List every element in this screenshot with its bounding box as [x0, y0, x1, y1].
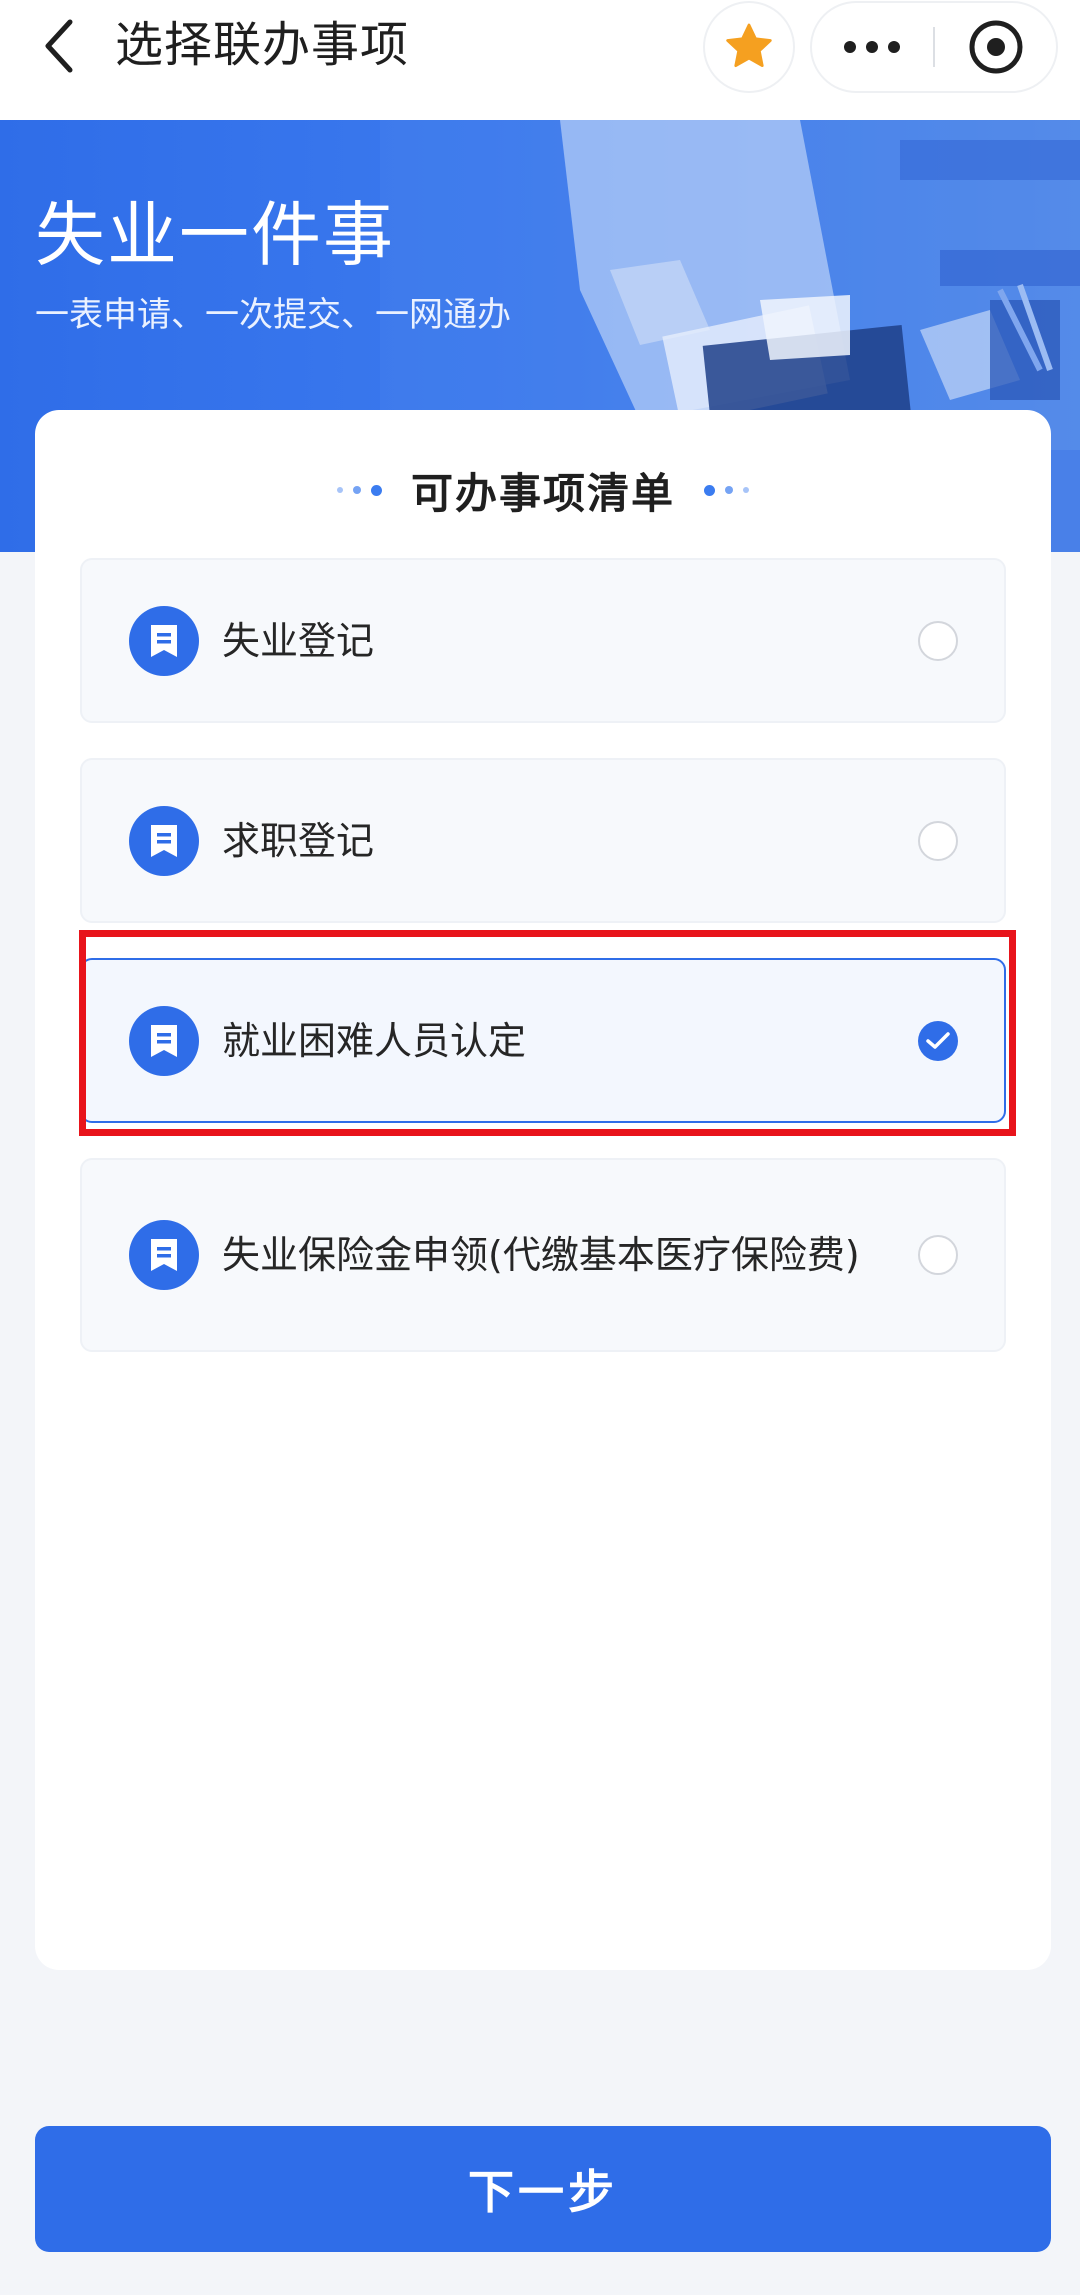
document-bookmark-icon [129, 605, 199, 676]
hero-title: 失业一件事 [35, 194, 395, 276]
radio-button-checked[interactable] [918, 1020, 958, 1061]
card-title: 可办事项清单 [410, 468, 675, 518]
checkmark-icon [926, 1031, 950, 1049]
radio-button[interactable] [918, 820, 958, 861]
matter-list-card: 可办事项清单 失业登记 求职登记 就业困难人员认定 失业保险金申领(代缴基本医疗… [35, 410, 1051, 1970]
mini-program-capsule [812, 3, 1056, 91]
capsule-divider [933, 27, 935, 67]
favorite-button[interactable] [705, 3, 793, 91]
document-bookmark-icon [129, 1220, 199, 1290]
list-item-unemployment-insurance-claim[interactable]: 失业保险金申领(代缴基本医疗保险费) [80, 1158, 1006, 1352]
list-item-job-seeking-registration[interactable]: 求职登记 [80, 758, 1006, 923]
radio-button[interactable] [918, 1235, 958, 1275]
list-item-employment-difficulty-certification[interactable]: 就业困难人员认定 [80, 958, 1006, 1123]
target-circle-icon [969, 20, 1023, 74]
radio-button[interactable] [918, 620, 958, 661]
list-item-label: 失业保险金申领(代缴基本医疗保险费) [222, 1233, 860, 1277]
page-title: 选择联办事项 [115, 17, 410, 73]
top-nav-bar: 选择联办事项 [0, 0, 1080, 120]
right-dots-decoration [699, 484, 754, 496]
list-item-label: 失业登记 [222, 618, 375, 663]
list-item-label: 就业困难人员认定 [222, 1018, 527, 1063]
close-button[interactable] [936, 3, 1056, 91]
chevron-left-icon [45, 19, 73, 73]
back-button[interactable] [28, 14, 88, 78]
list-item-unemployment-registration[interactable]: 失业登记 [80, 558, 1006, 723]
next-step-button[interactable]: 下一步 [35, 2126, 1051, 2252]
more-button[interactable] [812, 3, 932, 91]
hero-subtitle: 一表申请、一次提交、一网通办 [35, 295, 511, 335]
document-bookmark-icon [129, 805, 199, 876]
star-icon [726, 23, 772, 68]
list-item-label: 求职登记 [222, 818, 375, 863]
document-bookmark-icon [129, 1005, 199, 1076]
more-dots-icon [844, 41, 900, 53]
matter-list: 失业登记 求职登记 就业困难人员认定 失业保险金申领(代缴基本医疗保险费) [80, 558, 1006, 1387]
left-dots-decoration [332, 484, 387, 496]
card-header: 可办事项清单 [35, 450, 1051, 530]
